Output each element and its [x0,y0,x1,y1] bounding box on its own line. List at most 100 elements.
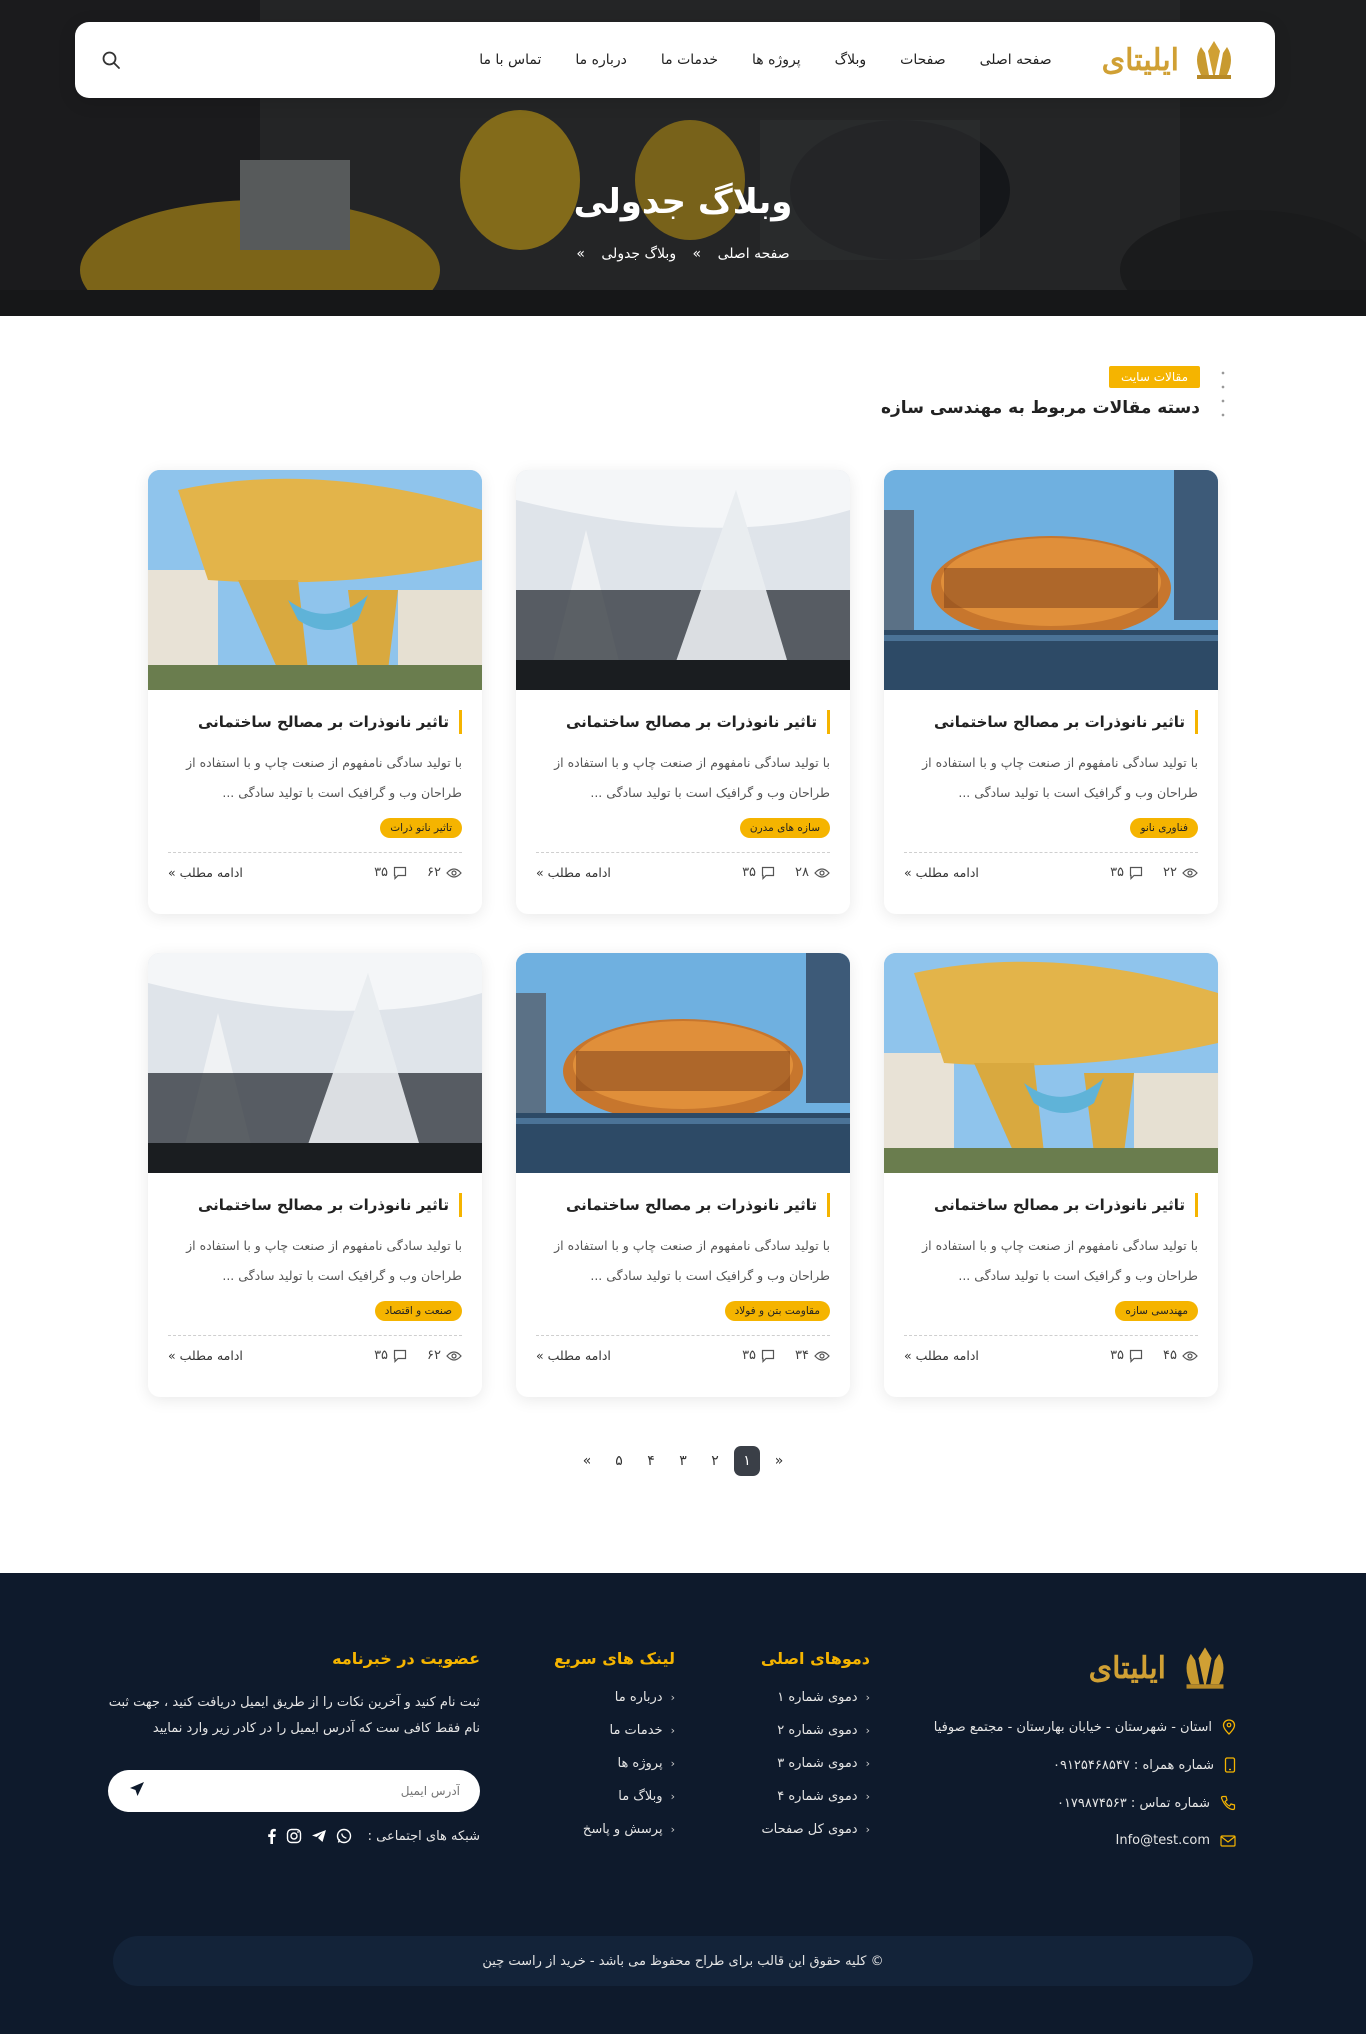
card-image[interactable] [148,953,482,1173]
card-comments: ۳۵ [374,1348,407,1363]
footer-logo[interactable]: ایلیتای [934,1643,1236,1693]
footer-mobile[interactable]: شماره همراه : ۰۹۱۲۵۴۶۸۵۴۷ [934,1757,1236,1773]
card-tag[interactable]: سازه های مدرن [739,818,830,838]
search-button[interactable] [99,48,123,72]
pagination-page-2[interactable]: ۲ [702,1446,728,1476]
nav-item-contact[interactable]: تماس با ما [479,52,541,68]
chevron-left-icon: ‹ [670,1757,675,1770]
card-tag[interactable]: فناوری نانو [1130,818,1198,838]
nav-item-about[interactable]: درباره ما [575,52,626,68]
chevron-left-icon: ‹ [670,1724,675,1737]
card-title[interactable]: تاثیر نانوذرات بر مصالح ساختمانی [904,710,1198,734]
card-excerpt: با تولید سادگی نامفهوم از صنعت چاپ و با … [554,1238,830,1283]
footer-contact: ایلیتای استان - شهرستان - خیابان بهارستا… [934,1643,1236,1870]
read-more-link[interactable]: ادامه مطلب » [168,865,243,880]
footer-quick-title: لینک های سریع [554,1649,675,1668]
footer-phone[interactable]: شماره تماس : ۰۱۷۹۸۷۴۵۶۳ [934,1795,1236,1811]
card-footer: ۲۸ ۳۵ ادامه مطلب » [536,852,830,880]
blog-card[interactable]: تاثیر نانوذرات بر مصالح ساختمانی با تولی… [148,953,482,1397]
breadcrumb: صفحه اصلی » وبلاگ جدولی » [0,246,1366,262]
footer-quick-link[interactable]: ‹ پروژه ها [554,1756,675,1771]
card-title[interactable]: تاثیر نانوذرات بر مصالح ساختمانی [168,710,462,734]
blog-card[interactable]: تاثیر نانوذرات بر مصالح ساختمانی با تولی… [516,470,850,914]
card-image[interactable] [884,470,1218,690]
footer-quick-links: لینک های سریع ‹ درباره ما ‹ خدمات ما ‹ پروژ… [554,1649,675,1855]
footer-quick-link[interactable]: ‹ درباره ما [554,1690,675,1705]
nav-item-services[interactable]: خدمات ما [661,52,718,68]
footer-quick-link[interactable]: ‹ وبلاگ ما [554,1789,675,1804]
pagination-page-1[interactable]: ۱ [734,1446,760,1476]
newsletter-text: ثبت نام کنید و آخرین نکات را از طریق ایم… [108,1695,480,1736]
card-footer: ۳۴ ۳۵ ادامه مطلب » [536,1335,830,1363]
footer-demo-link[interactable]: ‹ دموی شماره ۱ [761,1690,870,1705]
footer-demos: دموهای اصلی ‹ دموی شماره ۱ ‹ دموی شماره ۲ … [761,1649,870,1855]
card-image-art [148,953,482,1173]
read-more-link[interactable]: ادامه مطلب » [904,865,979,880]
footer-demo-link[interactable]: ‹ دموی شماره ۴ [761,1789,870,1804]
card-image[interactable] [516,470,850,690]
footer-quick-link[interactable]: ‹ خدمات ما [554,1723,676,1738]
newsletter-email-input[interactable] [146,1784,460,1798]
card-image[interactable] [148,470,482,690]
comment-icon [393,866,407,880]
whatsapp-icon[interactable] [336,1828,352,1844]
pagination-prev[interactable]: « [766,1446,792,1476]
telegram-icon[interactable] [311,1828,327,1844]
card-title[interactable]: تاثیر نانوذرات بر مصالح ساختمانی [904,1193,1198,1217]
pagination-page-4[interactable]: ۴ [638,1446,664,1476]
copyright-bar: © کلیه حقوق این قالب برای طراح محفوظ می … [113,1936,1253,1986]
card-image[interactable] [884,953,1218,1173]
section-header: مقالات سایت دسته مقالات مربوط به مهندسی … [881,366,1200,418]
blog-card[interactable]: تاثیر نانوذرات بر مصالح ساختمانی با تولی… [516,953,850,1397]
eye-icon [814,1350,830,1361]
blog-card[interactable]: تاثیر نانوذرات بر مصالح ساختمانی با تولی… [148,470,482,914]
chevron-left-icon: ‹ [865,1790,870,1803]
site-logo[interactable]: ایلیتای [1102,37,1241,83]
nav-item-blog[interactable]: وبلاگ [835,52,867,68]
pagination-page-5[interactable]: ۵ [606,1446,632,1476]
card-comments: ۳۵ [1110,1348,1143,1363]
card-title[interactable]: تاثیر نانوذرات بر مصالح ساختمانی [536,710,830,734]
card-tag[interactable]: صنعت و اقتصاد [374,1301,462,1321]
nav-item-projects[interactable]: پروژه ها [752,52,801,68]
send-icon [130,1782,144,1796]
breadcrumb-home[interactable]: صفحه اصلی [718,246,790,262]
read-more-link[interactable]: ادامه مطلب » [904,1348,979,1363]
card-tag[interactable]: مقاومت بتن و فولاد [724,1301,830,1321]
blog-card[interactable]: تاثیر نانوذرات بر مصالح ساختمانی با تولی… [884,953,1218,1397]
breadcrumb-separator: » [576,246,585,262]
read-more-link[interactable]: ادامه مطلب » [536,865,611,880]
read-more-link[interactable]: ادامه مطلب » [536,1348,611,1363]
card-comments: ۳۵ [742,1348,775,1363]
footer-quick-link[interactable]: ‹ پرسش و پاسخ [554,1822,675,1837]
footer-demo-link[interactable]: ‹ دموی شماره ۳ [761,1756,870,1771]
footer-demo-link[interactable]: ‹ دموی شماره ۲ [761,1723,870,1738]
breadcrumb-current: وبلاگ جدولی [601,246,677,262]
footer-email[interactable]: Info@test.com [934,1833,1236,1848]
pagination-page-3[interactable]: ۳ [670,1446,696,1476]
card-footer: ۲۲ ۳۵ ادامه مطلب » [904,852,1198,880]
nav-item-home[interactable]: صفحه اصلی [980,52,1052,68]
location-pin-icon [1222,1719,1236,1735]
card-image-art [516,470,850,690]
pagination: « ۱ ۲ ۳ ۴ ۵ » [0,1446,1366,1476]
send-button[interactable] [128,1780,146,1802]
section-badge: مقالات سایت [1109,366,1200,388]
card-tag[interactable]: مهندسی سازه [1115,1301,1198,1321]
card-tag[interactable]: تاثیر نانو ذرات [380,818,462,838]
card-image[interactable] [516,953,850,1173]
eye-icon [814,867,830,878]
comment-icon [393,1349,407,1363]
pagination-next[interactable]: » [574,1446,600,1476]
chevron-left-icon: ‹ [670,1790,675,1803]
nav-item-pages[interactable]: صفحات [900,52,945,68]
read-more-link[interactable]: ادامه مطلب » [168,1348,243,1363]
card-title[interactable]: تاثیر نانوذرات بر مصالح ساختمانی [168,1193,462,1217]
card-title[interactable]: تاثیر نانوذرات بر مصالح ساختمانی [536,1193,830,1217]
blog-card[interactable]: تاثیر نانوذرات بر مصالح ساختمانی با تولی… [884,470,1218,914]
footer-demo-link[interactable]: ‹ دموی کل صفحات [761,1822,870,1837]
instagram-icon[interactable] [286,1828,302,1844]
comment-icon [1129,1349,1143,1363]
facebook-icon[interactable] [265,1828,277,1844]
card-image-art [516,953,850,1173]
